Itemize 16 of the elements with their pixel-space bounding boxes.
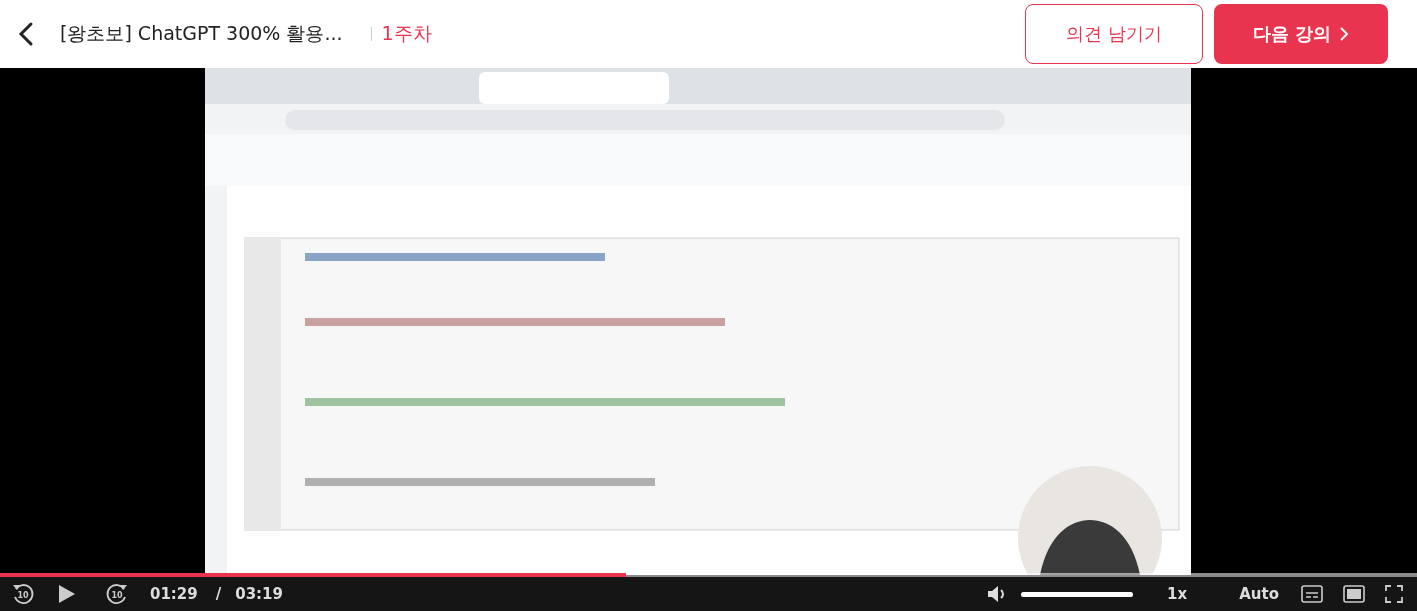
week-label: 1주차 bbox=[381, 21, 432, 46]
chevron-icon bbox=[1339, 26, 1350, 42]
feedback-button[interactable]: 의견 남기기 bbox=[1025, 4, 1203, 64]
volume-slider[interactable] bbox=[1021, 591, 1134, 597]
quality-button[interactable]: Auto bbox=[1239, 585, 1279, 603]
progress-bar[interactable] bbox=[0, 573, 1417, 577]
play-icon[interactable] bbox=[58, 584, 76, 604]
time-separator: / bbox=[215, 585, 222, 603]
fullscreen-icon[interactable] bbox=[1385, 585, 1403, 603]
next-lecture-button[interactable]: 다음 강의 bbox=[1214, 4, 1388, 64]
duration: 03:19 bbox=[235, 585, 283, 603]
speed-button[interactable]: 1x bbox=[1167, 585, 1188, 603]
theater-mode-icon[interactable] bbox=[1343, 585, 1365, 603]
current-time: 01:29 bbox=[150, 585, 198, 603]
course-title: [왕초보] ChatGPT 300% 활용... bbox=[60, 21, 343, 46]
subtitles-icon[interactable] bbox=[1301, 585, 1323, 603]
